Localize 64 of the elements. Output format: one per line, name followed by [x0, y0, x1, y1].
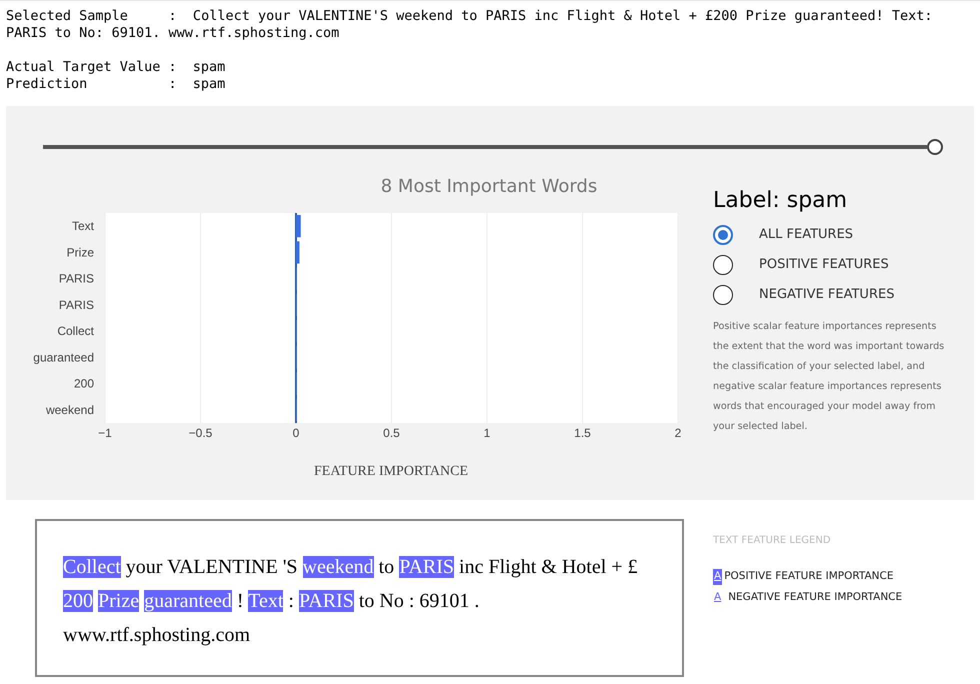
radio-label[interactable]: ALL FEATURES: [759, 225, 854, 245]
highlighted-word: guaranteed: [144, 590, 232, 612]
axis-tick-label: 0.5: [383, 426, 400, 440]
word: :: [408, 590, 414, 612]
radio-label[interactable]: POSITIVE FEATURES: [759, 255, 889, 275]
legend-title: TEXT FEATURE LEGEND: [713, 534, 832, 548]
word: +: [611, 556, 623, 578]
legend-swatch: A: [713, 590, 722, 606]
field-label: Prediction :: [6, 76, 177, 93]
word: £: [628, 556, 638, 578]
label-heading: Label: spam: [713, 187, 848, 215]
axis-tick-label: −0.5: [188, 426, 212, 440]
axis-tick-label: 1: [484, 426, 490, 440]
axis-tick-label: −1: [98, 426, 112, 440]
word: 69101: [419, 590, 470, 612]
axis-category-label: guaranteed: [33, 350, 94, 364]
field-value: spam: [192, 59, 226, 76]
slider-thumb[interactable]: [927, 139, 943, 155]
word: 'S: [282, 556, 298, 578]
legend-label: NEGATIVE FEATURE IMPORTANCE: [728, 590, 902, 605]
axis-category-label: Collect: [57, 324, 94, 338]
radio-label[interactable]: NEGATIVE FEATURES: [759, 285, 894, 305]
radio-button[interactable]: [713, 255, 733, 275]
legend-label: POSITIVE FEATURE IMPORTANCE: [724, 569, 894, 584]
axis-category-label: PARIS: [58, 272, 94, 286]
axis-category-label: Prize: [66, 245, 94, 260]
chart-title: 8 Most Important Words: [380, 176, 598, 197]
word: No: [379, 590, 404, 612]
highlighted-word: Collect: [63, 556, 121, 578]
axis-tick-label: 1.5: [574, 426, 591, 440]
sample-line: Selected Sample : Collect your VALENTINE'S weekend to PARIS inc Flight & Hotel + £200 Prize guaranteed! Text: PARIS to No: 69101. www.rtf.sphosting.com: [6, 8, 934, 42]
word: VALENTINE: [167, 556, 278, 578]
word: Flight: [488, 556, 536, 578]
radio-button[interactable]: [713, 285, 733, 305]
word: Hotel: [562, 556, 606, 578]
axis-category-label: PARIS: [58, 298, 94, 312]
word: www.rtf.sphosting.com: [63, 624, 250, 646]
word: !: [236, 590, 244, 612]
highlighted-word: PARIS: [399, 556, 454, 578]
field-value: spam: [192, 76, 226, 93]
highlighted-word: PARIS: [298, 590, 354, 612]
word: to: [378, 556, 394, 578]
axis-tick-label: 0: [292, 426, 300, 440]
highlighted-word: Prize: [98, 590, 140, 612]
highlighted-word: weekend: [302, 556, 374, 578]
axis-title: FEATURE IMPORTANCE: [314, 464, 468, 479]
bar: [296, 215, 301, 238]
axis-category-label: weekend: [46, 402, 94, 417]
legend-swatch: A: [713, 569, 722, 585]
highlighted-word: 200: [63, 590, 93, 612]
bar: [296, 241, 300, 264]
field-label: Actual Target Value :: [6, 59, 177, 76]
radio-button[interactable]: [713, 225, 733, 245]
axis-tick-label: 2: [674, 426, 682, 440]
word: :: [288, 590, 294, 612]
highlighted-word: Text: [248, 590, 284, 612]
description-text: Positive scalar feature importances represents the extent that the word was important towards the classification of your selected label, and negative scalar feature importances represents words that encouraged your model away from your selected label.: [713, 320, 946, 434]
word: to: [358, 590, 374, 612]
word: your: [126, 556, 162, 578]
word: inc: [459, 556, 484, 578]
word: .: [474, 590, 480, 612]
axis-category-label: Text: [72, 219, 94, 234]
word: &: [541, 556, 557, 578]
axis-category-label: 200: [74, 376, 94, 391]
